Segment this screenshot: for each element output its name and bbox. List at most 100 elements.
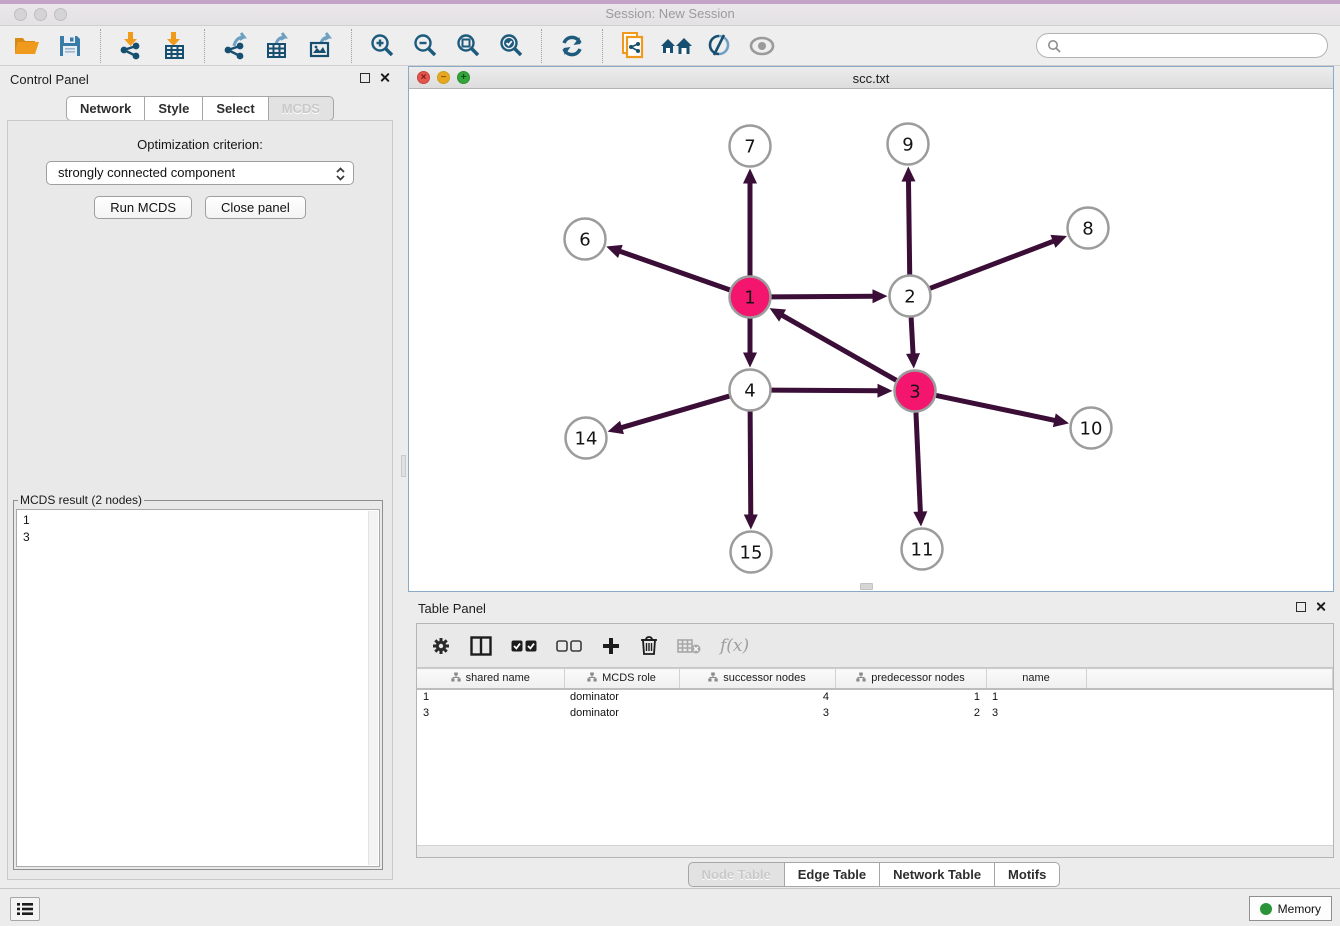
mcds-result-text[interactable]: 1 3 <box>16 509 380 867</box>
column-header-name[interactable]: name <box>986 669 1086 689</box>
table-row[interactable]: 3 dominator 3 2 3 <box>417 705 1333 721</box>
network-graph[interactable]: 7 9 6 8 1 2 4 3 14 10 15 11 <box>409 89 1333 591</box>
edge-arrowhead <box>901 166 915 181</box>
column-header-shared-name[interactable]: shared name <box>417 669 564 689</box>
table-panel: Table Panel <box>408 598 1340 888</box>
export-image-icon[interactable] <box>304 30 338 62</box>
apply-layout-icon[interactable] <box>555 30 589 62</box>
graph-node-14[interactable]: 14 <box>566 418 607 459</box>
network-resize-grip[interactable] <box>860 583 873 590</box>
float-panel-icon[interactable] <box>1296 602 1306 612</box>
control-panel-title: Control Panel <box>10 72 89 87</box>
close-panel-icon[interactable] <box>379 72 390 83</box>
task-history-button[interactable] <box>10 897 40 921</box>
edge-arrowhead <box>906 353 920 368</box>
network-window-titlebar[interactable]: × − + scc.txt <box>409 67 1333 89</box>
graph-node-7[interactable]: 7 <box>730 126 771 167</box>
zoom-out-icon[interactable] <box>408 30 442 62</box>
panel-splitter[interactable] <box>400 66 408 888</box>
close-panel-button[interactable]: Close panel <box>205 196 306 219</box>
network-window-title: scc.txt <box>409 71 1333 86</box>
tab-mcds[interactable]: MCDS <box>268 96 334 121</box>
result-line: 1 <box>23 512 373 529</box>
chevron-updown-icon <box>335 166 346 189</box>
graph-edge[interactable] <box>930 240 1056 288</box>
network-from-file-icon[interactable] <box>616 30 650 62</box>
graph-node-4[interactable]: 4 <box>730 370 771 411</box>
svg-text:2: 2 <box>904 286 915 307</box>
column-header-predecessor-nodes[interactable]: predecessor nodes <box>835 669 986 689</box>
control-panel: Control Panel Network Style Select MCDS … <box>0 66 400 888</box>
graph-node-8[interactable]: 8 <box>1068 208 1109 249</box>
search-field[interactable] <box>1036 33 1328 58</box>
hide-selected-icon[interactable] <box>702 30 736 62</box>
select-all-icon[interactable] <box>511 633 537 659</box>
svg-text:14: 14 <box>575 428 598 449</box>
graph-node-6[interactable]: 6 <box>565 219 606 260</box>
column-type-icon <box>451 672 461 682</box>
zoom-in-icon[interactable] <box>365 30 399 62</box>
network-view[interactable]: 7 9 6 8 1 2 4 3 14 10 15 11 <box>409 89 1333 591</box>
graph-node-9[interactable]: 9 <box>888 124 929 165</box>
node-table-container: f(x) shared name MCDS role successor nod… <box>416 623 1334 858</box>
graph-edge[interactable] <box>771 390 880 391</box>
column-header-successor-nodes[interactable]: successor nodes <box>679 669 835 689</box>
graph-node-1[interactable]: 1 <box>730 277 771 318</box>
table-panel-title: Table Panel <box>418 601 486 616</box>
close-panel-icon[interactable] <box>1315 601 1326 612</box>
graph-node-10[interactable]: 10 <box>1071 408 1112 449</box>
graph-node-15[interactable]: 15 <box>731 532 772 573</box>
home-icon[interactable] <box>659 30 693 62</box>
mcds-panel: Optimization criterion: strongly connect… <box>7 120 393 880</box>
zoom-selected-icon[interactable] <box>494 30 528 62</box>
table-settings-gear-icon[interactable] <box>431 633 451 659</box>
save-session-icon[interactable] <box>53 30 87 62</box>
graph-edge[interactable] <box>911 317 913 356</box>
memory-button[interactable]: Memory <box>1249 896 1332 921</box>
export-table-icon[interactable] <box>261 30 295 62</box>
graph-edge[interactable] <box>618 250 730 289</box>
import-network-icon[interactable] <box>114 30 148 62</box>
column-header-mcds-role[interactable]: MCDS role <box>564 669 679 689</box>
graph-edge[interactable] <box>936 395 1057 420</box>
graph-node-2[interactable]: 2 <box>890 276 931 317</box>
graph-edge[interactable] <box>916 412 921 514</box>
open-session-icon[interactable] <box>10 30 44 62</box>
import-table-icon[interactable] <box>157 30 191 62</box>
memory-status-icon <box>1260 903 1272 915</box>
svg-text:15: 15 <box>740 542 763 563</box>
delete-trash-icon[interactable] <box>640 633 658 659</box>
graph-edge[interactable] <box>619 396 729 428</box>
run-mcds-button[interactable]: Run MCDS <box>94 196 192 219</box>
column-pane-icon[interactable] <box>470 633 492 659</box>
graph-edge[interactable] <box>780 314 896 380</box>
edge-arrowhead <box>608 421 624 434</box>
app-titlebar: Session: New Session <box>0 0 1340 26</box>
add-column-icon[interactable] <box>601 633 621 659</box>
app-title: Session: New Session <box>0 6 1340 21</box>
tab-network-table[interactable]: Network Table <box>879 862 995 887</box>
graph-node-11[interactable]: 11 <box>902 529 943 570</box>
tab-select[interactable]: Select <box>202 96 268 121</box>
show-all-icon[interactable] <box>745 30 779 62</box>
float-panel-icon[interactable] <box>360 73 370 83</box>
result-scrollbar[interactable] <box>368 511 378 865</box>
graph-edge[interactable] <box>771 296 875 297</box>
criterion-dropdown[interactable]: strongly connected component <box>46 161 354 185</box>
memory-label: Memory <box>1278 902 1321 916</box>
search-input[interactable] <box>1067 38 1317 53</box>
tab-node-table[interactable]: Node Table <box>688 862 785 887</box>
table-row[interactable]: 1 dominator 4 1 1 <box>417 689 1333 705</box>
export-network-icon[interactable] <box>218 30 252 62</box>
splitter-grip[interactable] <box>401 455 406 477</box>
graph-edge[interactable] <box>750 411 751 517</box>
deselect-all-icon[interactable] <box>556 633 582 659</box>
tab-style[interactable]: Style <box>144 96 203 121</box>
zoom-fit-icon[interactable] <box>451 30 485 62</box>
tab-motifs[interactable]: Motifs <box>994 862 1060 887</box>
tab-network[interactable]: Network <box>66 96 145 121</box>
tab-edge-table[interactable]: Edge Table <box>784 862 880 887</box>
graph-edge[interactable] <box>908 178 909 274</box>
graph-node-3[interactable]: 3 <box>895 371 936 412</box>
column-type-icon <box>856 672 866 682</box>
